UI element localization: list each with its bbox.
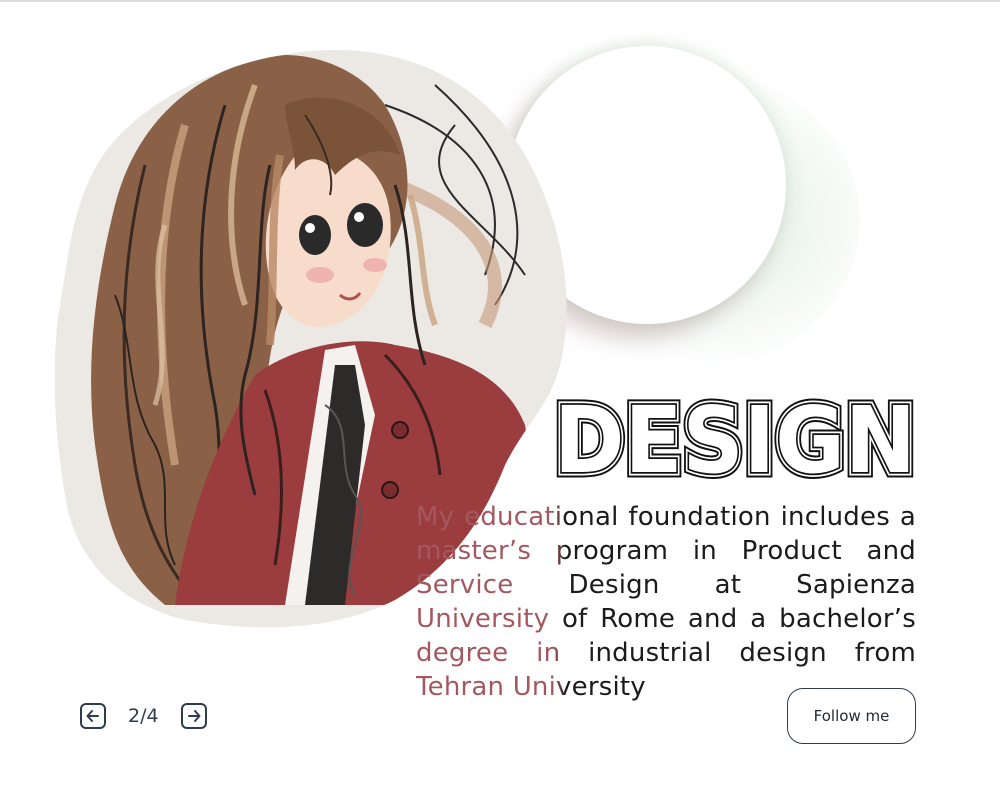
hero-description: My educational foundation includes a mas… <box>416 502 916 702</box>
svg-text:DESIGN: DESIGN <box>554 392 916 492</box>
page-indicator: 2/4 <box>128 705 159 727</box>
top-divider <box>0 0 1000 2</box>
arrow-left-icon <box>86 710 99 722</box>
hero-title: DESIGN DESIGN DESIGN DESIGN <box>540 382 922 500</box>
slide-pager: 2/4 <box>80 701 207 731</box>
arrow-right-icon <box>187 710 201 722</box>
follow-button[interactable]: Follow me <box>787 688 916 744</box>
previous-button[interactable] <box>80 703 106 729</box>
next-button[interactable] <box>180 703 207 729</box>
